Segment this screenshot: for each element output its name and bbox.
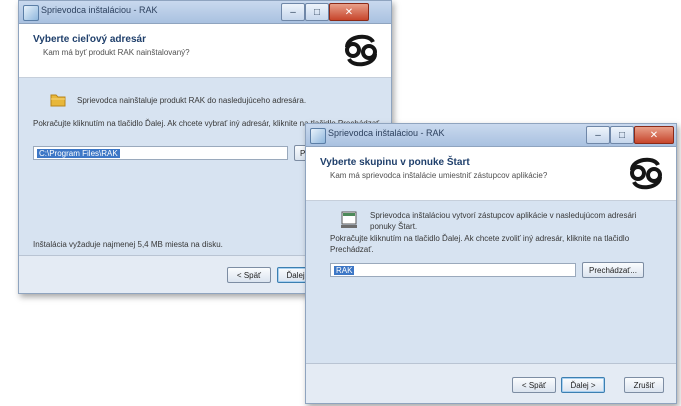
back-button[interactable]: < Späť <box>227 267 271 283</box>
start-menu-folder-icon <box>341 211 357 228</box>
rak-logo-icon <box>345 34 377 67</box>
rak-logo-icon <box>630 157 662 190</box>
footer-divider <box>306 363 676 364</box>
title-bar[interactable]: Sprievodca inštaláciou - RAK – □ ✕ <box>306 124 676 147</box>
start-menu-group-input[interactable]: RAK <box>330 263 576 277</box>
minimize-button[interactable]: – <box>281 3 305 21</box>
info-text: Sprievodca nainštaluje produkt RAK do na… <box>77 96 307 105</box>
page-title: Vyberte skupinu v ponuke Štart <box>320 157 470 168</box>
maximize-button[interactable]: □ <box>305 3 329 21</box>
instruction-text: Pokračujte kliknutím na tlačidlo Ďalej. … <box>330 234 630 254</box>
wizard-header: Vyberte cieľový adresár Kam má byť produ… <box>19 24 391 78</box>
next-button[interactable]: Ďalej > <box>561 377 605 393</box>
back-button[interactable]: < Späť <box>512 377 556 393</box>
installer-app-icon <box>23 5 39 21</box>
wizard-header: Vyberte skupinu v ponuke Štart Kam má sp… <box>306 147 676 201</box>
minimize-button[interactable]: – <box>586 126 610 144</box>
installer-app-icon <box>310 128 326 144</box>
title-bar[interactable]: Sprievodca inštaláciou - RAK – □ ✕ <box>19 1 391 24</box>
close-button[interactable]: ✕ <box>634 126 674 144</box>
page-subtitle: Kam má sprievodca inštalácie umiestniť z… <box>330 171 548 180</box>
wizard-footer: < Späť Ďalej > Zrušiť <box>306 363 676 403</box>
cancel-button[interactable]: Zrušiť <box>624 377 664 393</box>
page-title: Vyberte cieľový adresár <box>33 34 146 45</box>
page-subtitle: Kam má byť produkt RAK nainštalovaný? <box>43 48 190 57</box>
destination-path-value: C:\Program Files\RAK <box>37 149 120 158</box>
folder-icon <box>50 94 66 107</box>
installer-window-start-menu: Sprievodca inštaláciou - RAK – □ ✕ Vyber… <box>305 123 677 404</box>
maximize-button[interactable]: □ <box>610 126 634 144</box>
window-title: Sprievodca inštaláciou - RAK <box>41 5 158 15</box>
destination-path-input[interactable]: C:\Program Files\RAK <box>33 146 288 160</box>
close-button[interactable]: ✕ <box>329 3 369 21</box>
start-menu-group-value: RAK <box>334 266 355 275</box>
window-title: Sprievodca inštaláciou - RAK <box>328 128 445 138</box>
info-text: Sprievodca inštaláciou vytvorí zástupcov… <box>370 211 637 231</box>
browse-button[interactable]: Prechádzať... <box>582 262 644 278</box>
